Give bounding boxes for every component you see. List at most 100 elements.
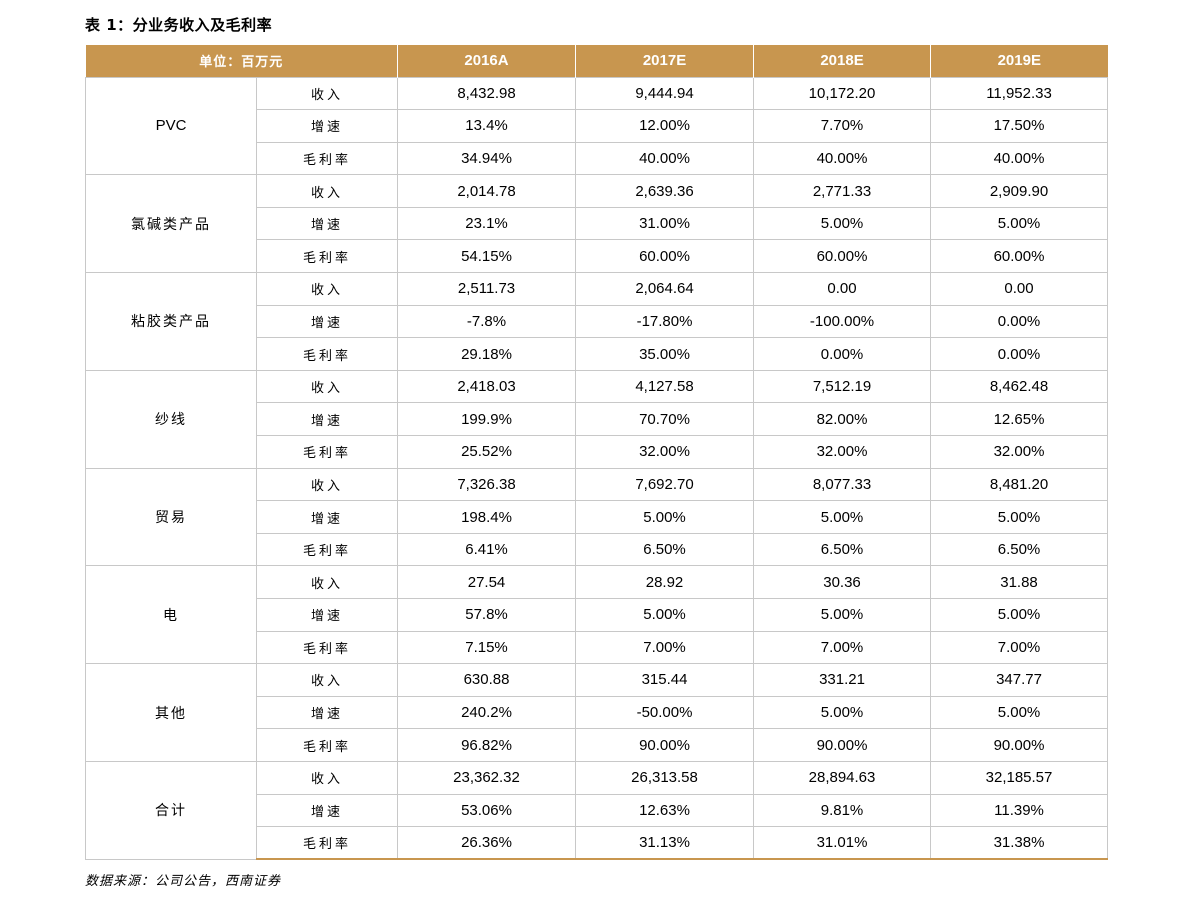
value-cell: 31.13% — [575, 826, 755, 861]
value-cell: 5.00% — [575, 500, 755, 534]
table-row: 贸易 收入 7,326.38 7,692.70 8,077.33 8,481.20 — [85, 467, 1109, 567]
value-cell: 7.15% — [397, 630, 577, 665]
metric-label: 毛利率 — [255, 435, 399, 469]
table-row: 合计 收入 23,362.32 26,313.58 28,894.63 32,185.57 — [85, 760, 1109, 860]
value-cell: 27.54 — [397, 565, 577, 599]
value-cell: 7.00% — [753, 630, 932, 665]
segment-name: 合计 — [85, 760, 257, 860]
table-row: 粘胶类产品 收入 2,511.73 2,064.64 0.00 0.00 — [85, 272, 1109, 371]
value-cell: 6.50% — [753, 532, 932, 567]
value-cell: 35.00% — [575, 337, 755, 371]
metric-label: 毛利率 — [255, 337, 399, 371]
metric-label: 收入 — [255, 369, 399, 404]
value-cell: 12.63% — [575, 793, 755, 828]
value-cell: 31.01% — [753, 826, 932, 861]
year-header: 2018E — [753, 45, 932, 77]
source-note: 数据来源：公司公告，西南证券 — [85, 874, 282, 889]
segment-name: 其他 — [85, 663, 257, 762]
value-cell: 54.15% — [397, 239, 577, 274]
value-cell: 6.41% — [397, 532, 577, 567]
value-cell: 5.00% — [930, 206, 1109, 241]
value-cell: -100.00% — [753, 304, 932, 339]
value-cell: 2,771.33 — [753, 174, 932, 208]
metric-label: 收入 — [255, 467, 399, 502]
value-cell: 60.00% — [575, 239, 755, 274]
value-cell: 82.00% — [753, 402, 932, 437]
value-cell: 8,481.20 — [930, 467, 1109, 502]
value-cell: 0.00% — [930, 304, 1109, 339]
value-cell: 7,326.38 — [397, 467, 577, 502]
value-cell: 11,952.33 — [930, 76, 1109, 111]
value-cell: 2,639.36 — [575, 174, 755, 208]
value-cell: 0.00% — [753, 337, 932, 371]
value-cell: 5.00% — [753, 206, 932, 241]
year-header: 2016A — [397, 45, 577, 77]
value-cell: 5.00% — [930, 695, 1109, 730]
value-cell: 23,362.32 — [397, 760, 577, 795]
value-cell: 28,894.63 — [753, 760, 932, 795]
segment-name: PVC — [85, 76, 257, 176]
year-header: 2017E — [575, 45, 755, 77]
value-cell: 96.82% — [397, 728, 577, 762]
value-cell: 32.00% — [575, 435, 755, 469]
metric-label: 增速 — [255, 695, 399, 730]
metric-label: 增速 — [255, 793, 399, 828]
metric-label: 收入 — [255, 174, 399, 208]
value-cell: 7.00% — [930, 630, 1109, 665]
value-cell: 198.4% — [397, 500, 577, 534]
value-cell: 5.00% — [753, 598, 932, 632]
metric-label: 增速 — [255, 500, 399, 534]
value-cell: 23.1% — [397, 206, 577, 241]
value-cell: 32.00% — [930, 435, 1109, 469]
value-cell: 32.00% — [753, 435, 932, 469]
value-cell: 31.88 — [930, 565, 1109, 599]
metric-label: 增速 — [255, 304, 399, 339]
metric-label: 毛利率 — [255, 630, 399, 665]
unit-header: 单位：百万元 — [85, 45, 399, 77]
value-cell: 34.94% — [397, 141, 577, 176]
metric-label: 毛利率 — [255, 141, 399, 176]
value-cell: 28.92 — [575, 565, 755, 599]
value-cell: 0.00% — [930, 337, 1109, 371]
value-cell: 240.2% — [397, 695, 577, 730]
metric-label: 收入 — [255, 565, 399, 599]
value-cell: 26,313.58 — [575, 760, 755, 795]
value-cell: 31.00% — [575, 206, 755, 241]
table-row: 氯碱类产品 收入 2,014.78 2,639.36 2,771.33 2,909.90 — [85, 174, 1109, 274]
value-cell: 2,064.64 — [575, 272, 755, 306]
table-body: PVC 收入 8,432.98 9,444.94 10,172.20 11,952.33 增… — [85, 76, 1109, 861]
value-cell: 90.00% — [930, 728, 1109, 762]
value-cell: 12.00% — [575, 109, 755, 143]
value-cell: -17.80% — [575, 304, 755, 339]
value-cell: 60.00% — [753, 239, 932, 274]
metric-label: 增速 — [255, 206, 399, 241]
metric-label: 毛利率 — [255, 532, 399, 567]
value-cell: 7,512.19 — [753, 369, 932, 404]
value-cell: 5.00% — [930, 500, 1109, 534]
value-cell: 26.36% — [397, 826, 577, 861]
value-cell: 8,462.48 — [930, 369, 1109, 404]
value-cell: 5.00% — [930, 598, 1109, 632]
value-cell: 31.38% — [930, 826, 1109, 861]
value-cell: 11.39% — [930, 793, 1109, 828]
year-header: 2019E — [930, 45, 1108, 77]
value-cell: -50.00% — [575, 695, 755, 730]
value-cell: 0.00 — [753, 272, 932, 306]
value-cell: 8,432.98 — [397, 76, 577, 111]
segment-name: 贸易 — [85, 467, 257, 567]
value-cell: 7.00% — [575, 630, 755, 665]
metric-label: 毛利率 — [255, 826, 399, 861]
metric-label: 增速 — [255, 598, 399, 632]
value-cell: 32,185.57 — [930, 760, 1109, 795]
value-cell: 5.00% — [753, 500, 932, 534]
metric-label: 增速 — [255, 109, 399, 143]
segment-name: 电 — [85, 565, 257, 665]
value-cell: 9,444.94 — [575, 76, 755, 111]
value-cell: 4,127.58 — [575, 369, 755, 404]
value-cell: 0.00 — [930, 272, 1109, 306]
value-cell: 5.00% — [753, 695, 932, 730]
table-row: 纱线 收入 2,418.03 4,127.58 7,512.19 8,462.48 — [85, 369, 1109, 469]
value-cell: 6.50% — [575, 532, 755, 567]
value-cell: 7.70% — [753, 109, 932, 143]
metric-label: 收入 — [255, 76, 399, 111]
